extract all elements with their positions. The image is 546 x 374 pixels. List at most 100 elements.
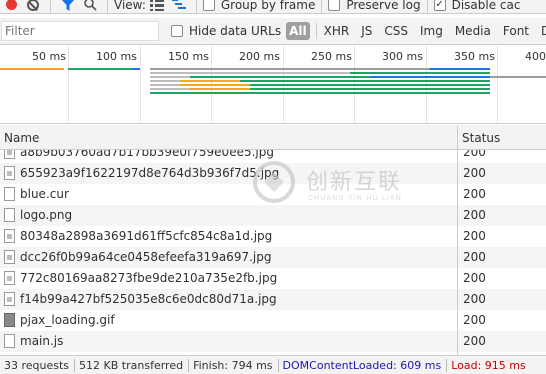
search-button[interactable] [79,0,101,13]
type-filter-img[interactable]: Img [415,22,448,40]
timeline-bar [250,84,490,86]
image-file-icon [4,292,15,306]
timeline-gridline [68,46,69,123]
request-name: 772c80169aa8273fbe9de210a735e2fb.jpg [20,271,278,285]
image-file-icon [4,250,15,264]
filter-bar: Hide data URLs All XHR JS CSS Img Media … [0,18,546,45]
request-count: 33 requests [4,358,70,372]
column-header-status[interactable]: Status [462,131,500,145]
timeline-bar [190,76,370,78]
request-name: blue.cur [20,187,69,201]
timeline-overview[interactable]: 50 ms 100 ms 150 ms 200 ms 250 ms 300 ms… [0,46,546,124]
table-row[interactable]: main.js 200 [0,331,546,352]
timeline-tick-label: 300 ms [382,50,423,63]
timeline-bar [150,88,190,90]
type-filter-media[interactable]: Media [450,22,496,40]
image-file-icon [4,150,15,159]
request-name: 80348a2898a3691d61ff5cfc854c8a1d.jpg [20,229,273,243]
request-name: a8b9b03760ad7b17bb39e0f759e0ee5.jpg [20,150,274,159]
list-view-icon [149,0,164,11]
timeline-bar [150,84,180,86]
timeline-bar [132,68,140,70]
timeline-bar [250,88,490,90]
timeline-bar [150,76,190,78]
toolbar-divider [426,0,428,13]
request-name: dcc26f0b99a64ce0458efeefa319a697.jpg [20,250,272,264]
timeline-tick-label: 100 ms [96,50,137,63]
timeline-tick-label: 50 ms [32,50,66,63]
hide-data-urls-checkbox[interactable] [171,25,183,37]
watermark-text: 创新互联 [306,170,403,195]
request-status: 200 [463,334,486,348]
request-status: 200 [463,292,486,306]
timeline-bar [150,92,490,94]
request-status: 200 [463,187,486,201]
dom-content-loaded-time: DOMContentLoaded: 609 ms [282,358,442,372]
timeline-tick-label: 150 ms [168,50,209,63]
column-header-name[interactable]: Name [4,131,39,145]
transferred-size: 512 KB transferred [79,358,184,372]
timeline-tick-label: 200 ms [239,50,280,63]
type-filter-xhr[interactable]: XHR [319,22,355,40]
request-name: main.js [20,334,64,348]
finish-time: Finish: 794 ms [193,358,273,372]
preserve-log-checkbox[interactable] [328,0,341,11]
table-row[interactable]: pjax_loading.gif 200 [0,310,546,331]
file-icon [4,208,15,222]
type-filter-js[interactable]: JS [356,22,377,40]
watermark-subtext: CHUANG XIN HU LIAN [308,194,402,202]
filter-input[interactable] [1,21,159,41]
timeline-bar [240,80,490,82]
request-name: pjax_loading.gif [20,313,115,327]
filter-divider [315,23,317,39]
group-by-frame-checkbox[interactable] [202,0,215,11]
table-row[interactable]: f14b99a427bf525035e8c6e0dc80d71a.jpg 200 [0,289,546,310]
timeline-bar [68,68,132,70]
request-name: f14b99a427bf525035e8c6e0dc80d71a.jpg [20,292,277,306]
timeline-tick-label: 350 ms [454,50,495,63]
timeline-tick-label: 250 ms [311,50,352,63]
request-status: 200 [463,250,486,264]
request-name: logo.png [20,208,73,222]
type-filter-all[interactable]: All [286,22,310,40]
table-row[interactable]: dcc26f0b99a64ce0458efeefa319a697.jpg 200 [0,247,546,268]
request-status: 200 [463,229,486,243]
table-row[interactable]: 80348a2898a3691d61ff5cfc854c8a1d.jpg 200 [0,226,546,247]
timeline-gridline [140,46,141,123]
disable-cache-label: Disable cac [451,0,521,12]
timeline-bar [150,72,350,74]
show-overview-button[interactable] [168,0,190,13]
search-icon [83,0,97,11]
request-status: 200 [463,208,486,222]
toolbar-divider [321,0,323,13]
network-summary-bar: 33 requests 512 KB transferred Finish: 7… [0,355,546,374]
timeline-bar [370,76,490,78]
image-file-icon [4,229,15,243]
toolbar-divider [50,0,51,13]
file-icon [4,187,15,201]
record-icon [5,0,17,10]
load-time: Load: 915 ms [451,358,526,372]
timeline-bar [0,68,64,70]
timeline-bar [490,76,546,78]
type-filter-css[interactable]: CSS [379,22,413,40]
timeline-bar [190,88,250,90]
view-label: View: [114,0,146,12]
timeline-bar [180,80,240,82]
timeline-tick-label: 400 [525,50,546,63]
watermark: 创新互联 CHUANG XIN HU LIAN [252,160,432,210]
disable-cache-checkbox[interactable]: ✓ [433,0,446,11]
group-by-frame-label: Group by frame [220,0,316,12]
requests-table-header: Name Status [0,125,546,150]
table-row[interactable]: 772c80169aa8273fbe9de210a735e2fb.jpg 200 [0,268,546,289]
type-filter-font[interactable]: Font [498,22,534,40]
filter-toggle-button[interactable] [57,0,79,13]
clear-button[interactable] [22,0,44,13]
large-request-rows-button[interactable] [146,0,168,13]
timeline-bar [180,84,250,86]
type-filter-doc[interactable]: Doc [536,22,546,40]
column-divider[interactable] [457,125,458,355]
request-status: 200 [463,166,486,180]
record-button[interactable] [0,0,22,13]
timeline-bar [150,68,430,70]
